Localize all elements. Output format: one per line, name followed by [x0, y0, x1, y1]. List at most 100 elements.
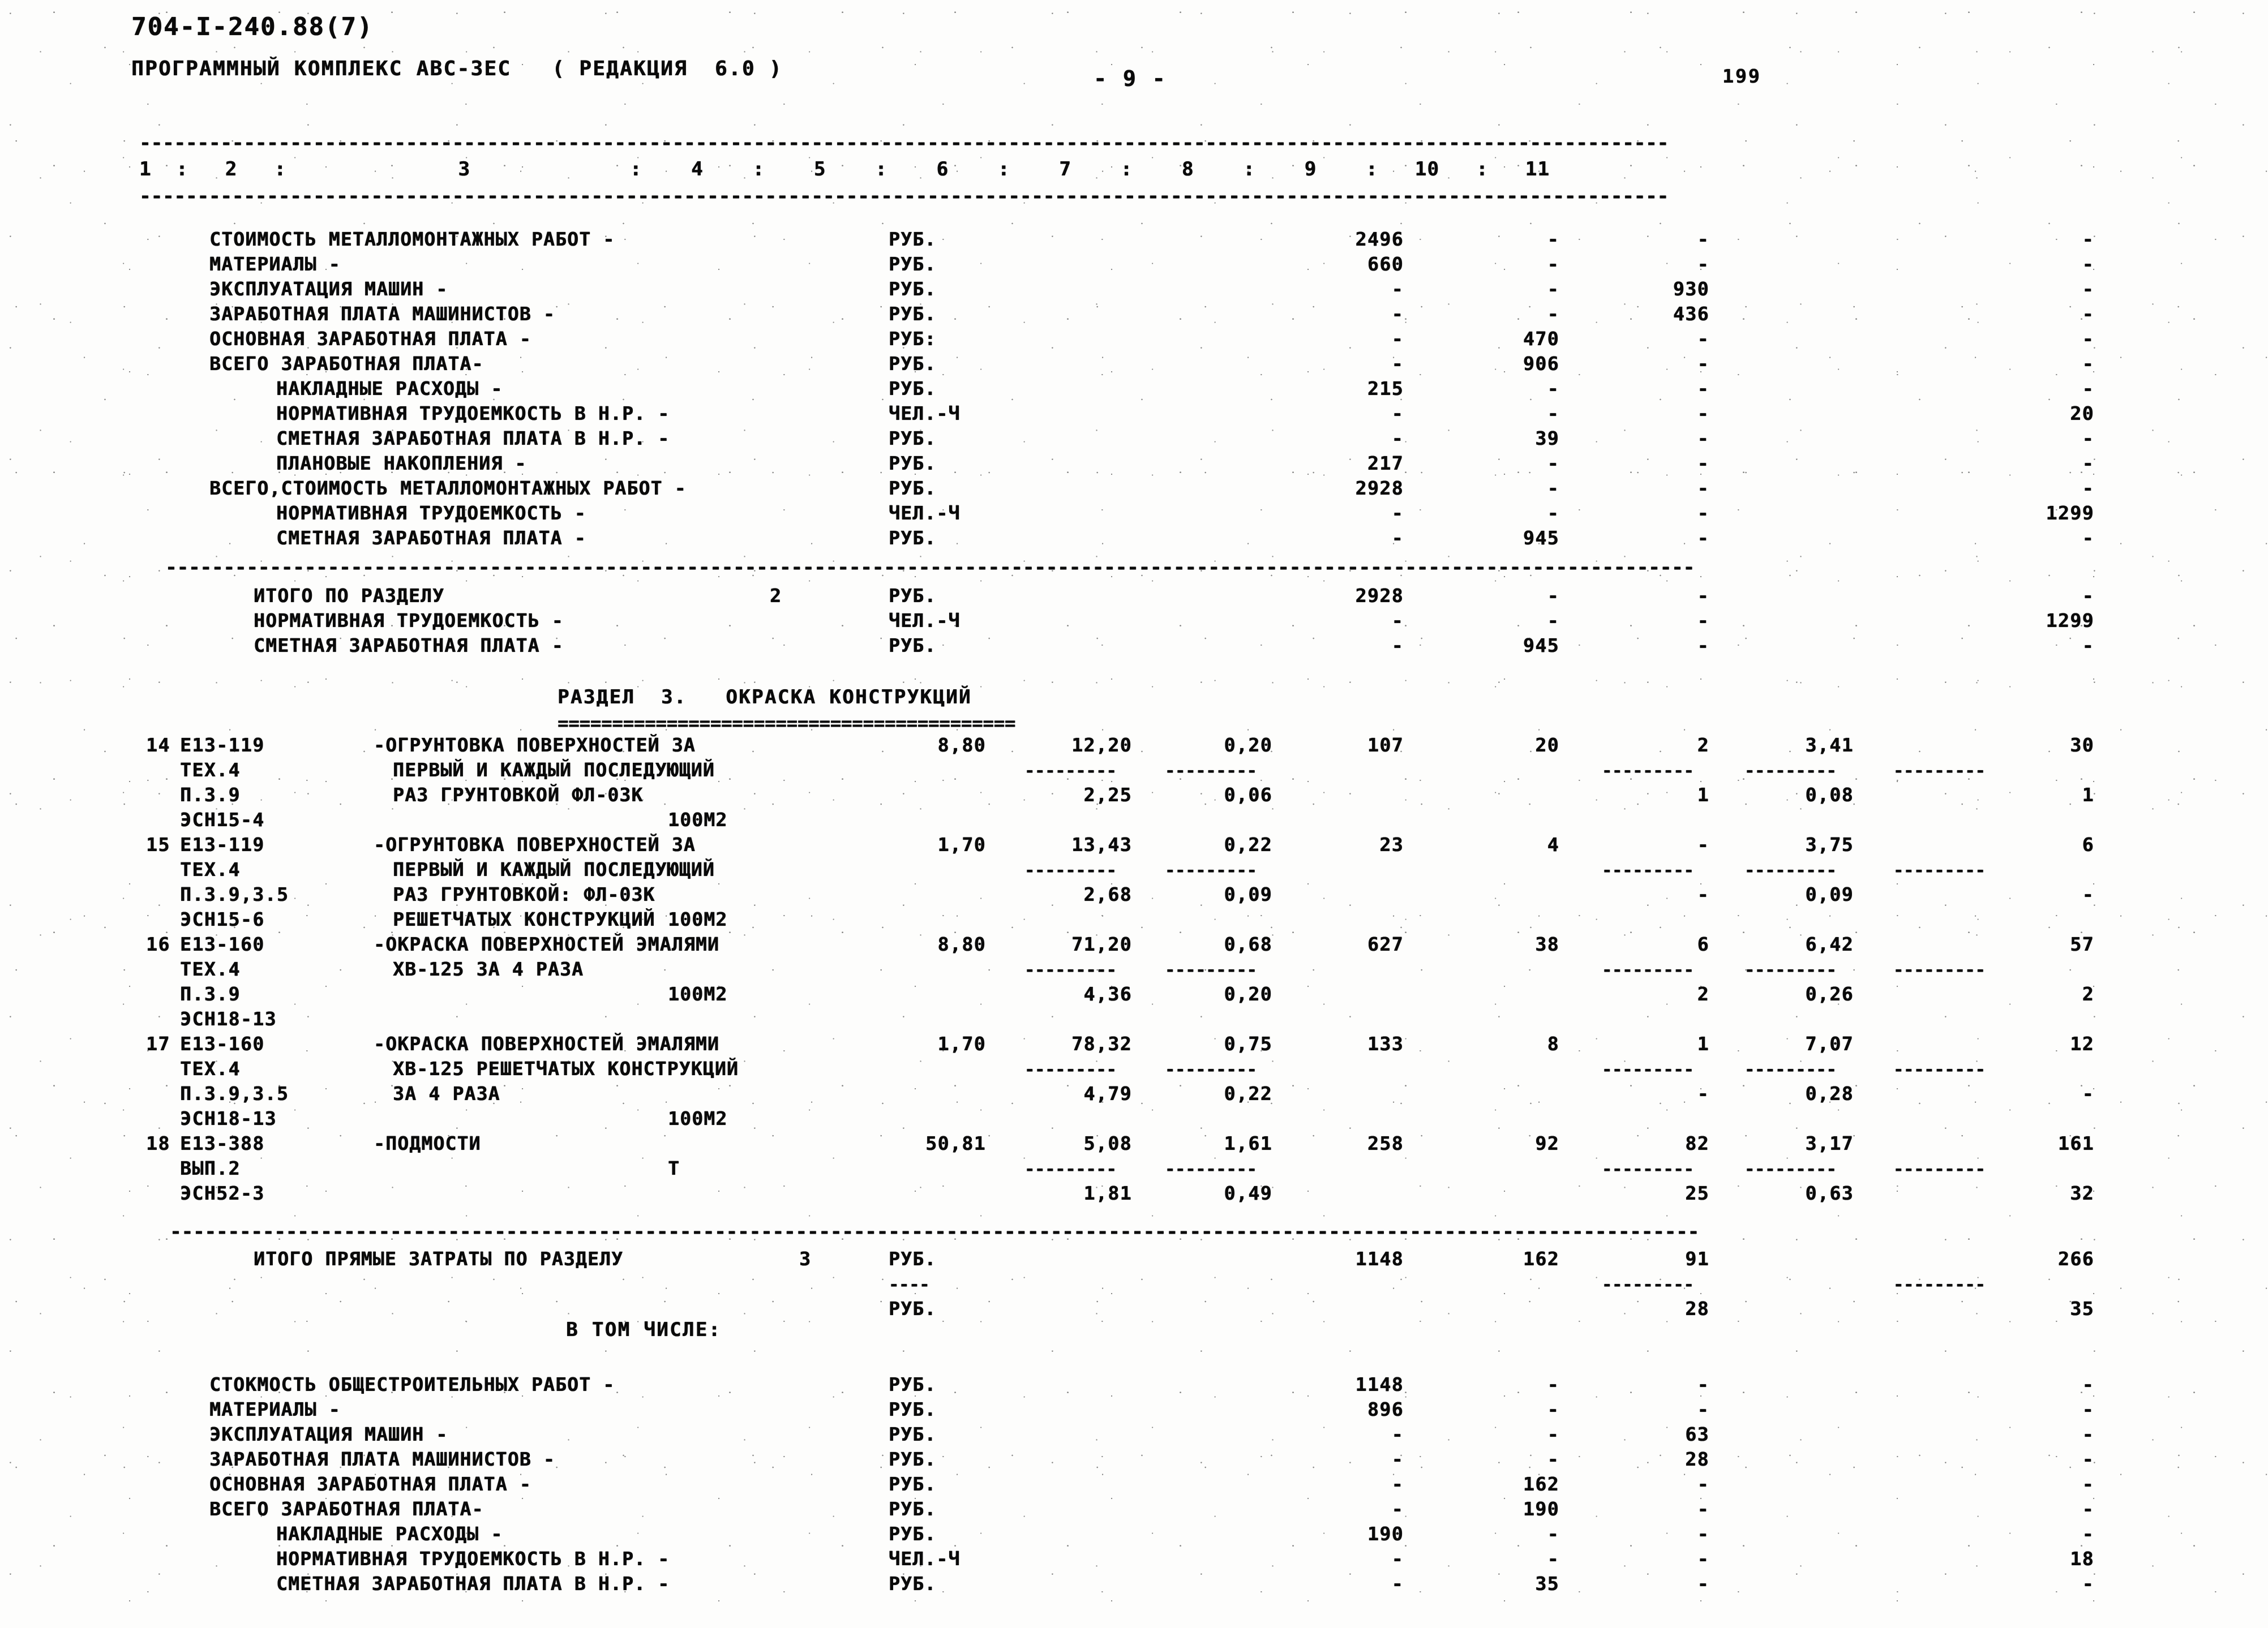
- general-col11: -: [2082, 1398, 2094, 1420]
- item-col10-a: 3,41: [1805, 734, 1854, 756]
- metalwork-col8: -: [1547, 303, 1559, 325]
- item-desc-3: РАЗ ГРУНТОВКОЙ ФЛ-03К: [393, 784, 644, 806]
- rule-under-colnums: ----------------------------------------…: [139, 187, 1669, 206]
- item-col5-a: 78,32: [1071, 1033, 1132, 1055]
- section3-total-number: 3: [799, 1248, 812, 1270]
- item-desc-1: -ПОДМОСТИ: [374, 1132, 481, 1154]
- metalwork-row: НОРМАТИВНАЯ ТРУДОЕМКОСТЬ В Н.Р. - ЧЕЛ.-Ч -…: [0, 404, 2268, 429]
- metalwork-unit: РУБ.: [889, 427, 937, 449]
- general-label: НАКЛАДНЫЕ РАСХОДЫ -: [276, 1523, 503, 1545]
- metalwork-col7: -: [1391, 303, 1404, 325]
- metalwork-col11: -: [2082, 228, 2094, 250]
- section2-total-unit: РУБ.: [889, 634, 937, 656]
- item-code-3: ЭСН52-3: [180, 1182, 265, 1204]
- item-col4: 1,70: [937, 834, 986, 856]
- metalwork-col8: -: [1547, 278, 1559, 300]
- metalwork-unit: РУБ.: [889, 452, 937, 474]
- metalwork-col7: -: [1391, 502, 1404, 524]
- item-col11-b: 2: [2082, 983, 2094, 1005]
- item-col10-a: 3,75: [1805, 834, 1854, 856]
- program-line: ПРОГРАММНЫЙ КОМПЛЕКС АВС-3ЕС ( РЕДАКЦИЯ …: [131, 57, 783, 80]
- item-col4: 8,80: [937, 734, 986, 756]
- item-col6-a: 0,22: [1224, 834, 1272, 856]
- general-unit: РУБ.: [889, 1523, 937, 1545]
- metalwork-col9: -: [1697, 402, 1709, 424]
- metalwork-col9: -: [1697, 253, 1709, 275]
- general-col7: -: [1391, 1473, 1404, 1495]
- metalwork-col7: 660: [1367, 253, 1404, 275]
- metalwork-col11: 1299: [2046, 502, 2094, 524]
- general-col8: 35: [1535, 1573, 1559, 1595]
- general-label: МАТЕРИАЛЫ -: [209, 1398, 341, 1420]
- section2-total-col11: -: [2082, 585, 2094, 607]
- metalwork-label: ВСЕГО,СТОИМОСТЬ МЕТАЛЛОМОНТАЖНЫХ РАБОТ -: [209, 477, 687, 499]
- section2-total-col11: -: [2082, 634, 2094, 656]
- item-col7: 133: [1367, 1033, 1404, 1055]
- general-col8: -: [1547, 1523, 1559, 1545]
- section3-total-b-col11: 35: [2070, 1298, 2094, 1320]
- section2-total-row: СМЕТНАЯ ЗАРАБОТНАЯ ПЛАТА - РУБ. - 945 - -: [0, 636, 2268, 661]
- metalwork-col9: 436: [1673, 303, 1709, 325]
- item-col10-a: 3,17: [1805, 1132, 1854, 1154]
- general-col8: -: [1547, 1373, 1559, 1395]
- item-col11-a: 30: [2070, 734, 2094, 756]
- item-col6-b: 0,06: [1224, 784, 1272, 806]
- dash-col11: ---------: [1893, 1060, 1986, 1080]
- general-col8: 162: [1523, 1473, 1559, 1495]
- metalwork-col9: -: [1697, 427, 1709, 449]
- general-label: СТОКМОСТЬ ОБЩЕСТРОИТЕЛЬНЫХ РАБОТ -: [209, 1373, 615, 1395]
- metalwork-col7: 215: [1367, 377, 1404, 400]
- dash-col11: ---------: [1893, 1159, 1986, 1179]
- general-col8: -: [1547, 1448, 1559, 1470]
- metalwork-col9: -: [1697, 228, 1709, 250]
- item-col7: 107: [1367, 734, 1404, 756]
- section2-total-col9: -: [1697, 585, 1709, 607]
- general-col9: -: [1697, 1573, 1709, 1595]
- metalwork-row: МАТЕРИАЛЫ - РУБ. 660 - - -: [0, 255, 2268, 280]
- metalwork-col9: -: [1697, 328, 1709, 350]
- section3-title-rule: ========================================…: [558, 714, 1016, 732]
- item-code-2: ВЫП.2: [180, 1157, 241, 1179]
- item-desc-2: ХВ-125 РЕШЕТЧАТЫХ КОНСТРУКЦИЙ: [393, 1058, 739, 1080]
- item-desc-3: РАЗ ГРУНТОВКОЙ: ФЛ-03К: [393, 883, 655, 905]
- metalwork-col7: -: [1391, 527, 1404, 549]
- item-col9-a: -: [1697, 834, 1709, 856]
- dash-col10: ---------: [1744, 761, 1837, 781]
- metalwork-col8: 906: [1523, 353, 1559, 375]
- metalwork-unit: ЧЕЛ.-Ч: [889, 502, 961, 524]
- item-col4: 1,70: [937, 1033, 986, 1055]
- general-col11: 18: [2070, 1548, 2094, 1570]
- metalwork-row: ЭКСПЛУАТАЦИЯ МАШИН - РУБ. - - 930 -: [0, 280, 2268, 304]
- metalwork-col9: 930: [1673, 278, 1709, 300]
- metalwork-unit: РУБ.: [889, 253, 937, 275]
- section2-total-col8: 945: [1523, 634, 1559, 656]
- metalwork-col11: -: [2082, 527, 2094, 549]
- general-col7: -: [1391, 1573, 1404, 1595]
- metalwork-col8: -: [1547, 228, 1559, 250]
- section2-total-col8: -: [1547, 585, 1559, 607]
- item-col7: 258: [1367, 1132, 1404, 1154]
- item-code-4: ЭСН15-4: [180, 809, 265, 831]
- general-row: ЭКСПЛУАТАЦИЯ МАШИН - РУБ. - - 63 -: [0, 1425, 2268, 1450]
- item-col8: 20: [1535, 734, 1559, 756]
- metalwork-label: НОРМАТИВНАЯ ТРУДОЕМКОСТЬ -: [276, 502, 586, 524]
- document-code: 704-I-240.88(7): [131, 12, 374, 41]
- dash-col9: ---------: [1602, 1060, 1694, 1080]
- metalwork-col8: -: [1547, 402, 1559, 424]
- item-unit: 100М2: [668, 1107, 728, 1129]
- metalwork-col9: -: [1697, 527, 1709, 549]
- metalwork-label: МАТЕРИАЛЫ -: [209, 253, 341, 275]
- item-desc-1: -ОКРАСКА ПОВЕРХНОСТЕЙ ЭМАЛЯМИ: [374, 933, 719, 955]
- metalwork-col7: -: [1391, 427, 1404, 449]
- dash-col5: ---------: [1024, 960, 1117, 980]
- general-row: МАТЕРИАЛЫ - РУБ. 896 - - -: [0, 1400, 2268, 1425]
- section3-total-col9: 91: [1685, 1248, 1709, 1270]
- dash-col9: ---------: [1602, 1159, 1694, 1179]
- item-col5-b: 2,68: [1083, 883, 1132, 905]
- metalwork-col8: -: [1547, 452, 1559, 474]
- dash-col6: ---------: [1165, 960, 1257, 980]
- metalwork-col7: -: [1391, 328, 1404, 350]
- item-col11-a: 57: [2070, 933, 2094, 955]
- item-code-2: TEX.4: [180, 1058, 241, 1080]
- document-page: 704-I-240.88(7) ПРОГРАММНЫЙ КОМПЛЕКС АВС…: [0, 0, 2268, 1628]
